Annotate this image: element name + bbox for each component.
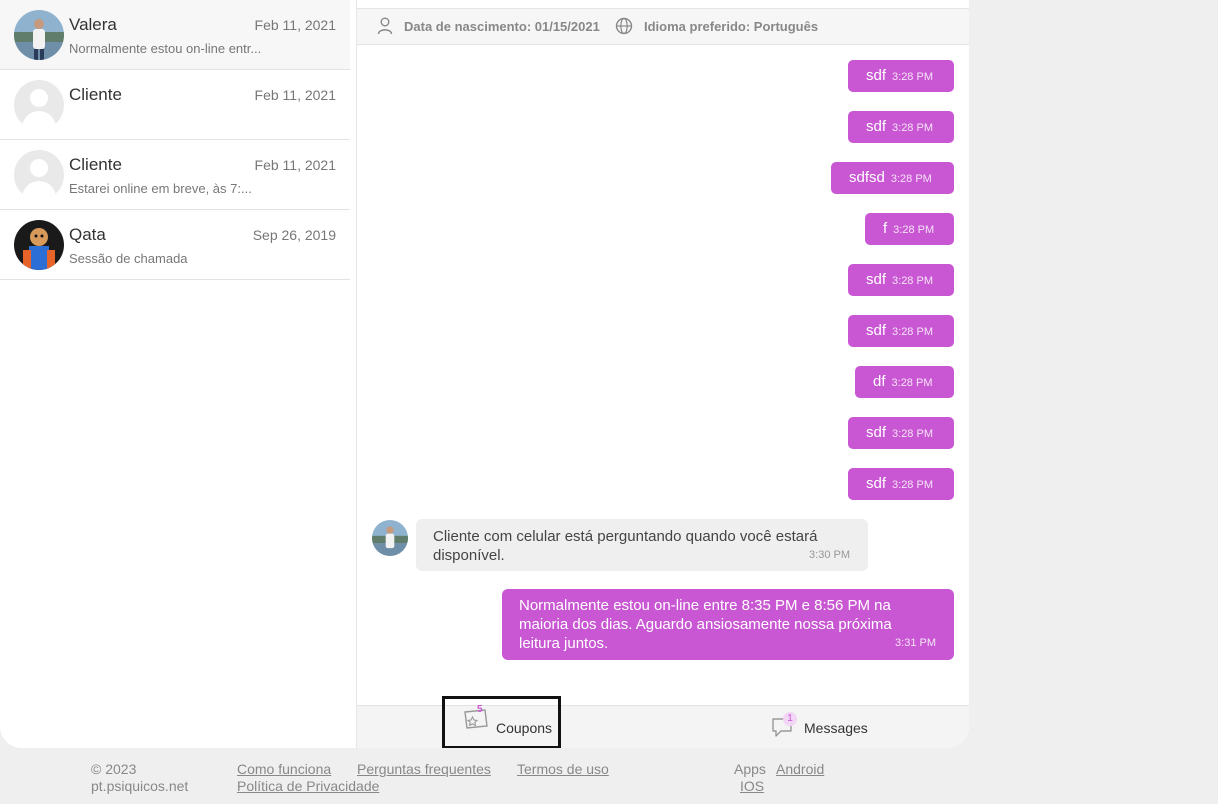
- outgoing-message: sdf 3:28 PM: [848, 468, 954, 500]
- messages-button[interactable]: 1 Messages: [771, 712, 891, 744]
- outgoing-message: f 3:28 PM: [865, 213, 954, 245]
- outgoing-message: sdf 3:28 PM: [848, 111, 954, 143]
- conversation-item-cliente-2[interactable]: Cliente Feb 11, 2021 Estarei online em b…: [0, 140, 350, 210]
- message-time: 3:28 PM: [893, 224, 935, 236]
- page-card: Valera Feb 11, 2021 Normalmente estou on…: [0, 0, 969, 748]
- client-info-bar: Data de nascimento: 01/15/2021 Idioma pr…: [357, 8, 969, 45]
- bottom-tab-bar: 5 Coupons 1 Messages: [357, 696, 969, 748]
- page-footer: © 2023 pt.psiquicos.net Como funciona Po…: [0, 748, 1218, 804]
- faq-link[interactable]: Perguntas frequentes: [357, 761, 491, 777]
- avatar: [14, 10, 64, 60]
- outgoing-message: df 3:28 PM: [855, 366, 954, 398]
- conversation-item-qata[interactable]: Qata Sep 26, 2019 Sessão de chamada: [0, 210, 350, 280]
- conversation-name: Cliente: [69, 85, 122, 104]
- conversation-item-valera[interactable]: Valera Feb 11, 2021 Normalmente estou on…: [0, 0, 350, 70]
- apps-label: Apps: [734, 761, 766, 777]
- preferred-language: Idioma preferido: Português: [644, 19, 819, 34]
- message-text: Cliente com celular está perguntando qua…: [433, 528, 818, 564]
- outgoing-message: sdf 3:28 PM: [848, 60, 954, 92]
- conversation-date: Sep 26, 2019: [252, 227, 336, 243]
- conversation-date: Feb 11, 2021: [254, 17, 336, 33]
- conversation-sidebar: Valera Feb 11, 2021 Normalmente estou on…: [0, 0, 357, 748]
- message-text: sdf: [866, 271, 887, 288]
- message-time: 3:28 PM: [892, 275, 933, 287]
- outgoing-message: sdfsd 3:28 PM: [831, 162, 954, 194]
- how-it-works-link[interactable]: Como funciona: [237, 761, 331, 777]
- privacy-policy-link[interactable]: Política de Privacidade: [237, 778, 379, 794]
- avatar: [372, 520, 408, 556]
- coupon-icon: [463, 708, 489, 735]
- birth-date: Data de nascimento: 01/15/2021: [404, 19, 600, 34]
- outgoing-message: Normalmente estou on-line entre 8:35 PM …: [502, 589, 954, 660]
- message-text: sdf: [866, 424, 887, 441]
- conversation-name: Cliente: [69, 155, 122, 174]
- default-avatar-icon: [14, 150, 64, 200]
- message-time: 3:28 PM: [892, 428, 933, 440]
- message-time: 3:31 PM: [895, 637, 936, 649]
- message-text: Normalmente estou on-line entre 8:35 PM …: [519, 597, 892, 652]
- message-time: 3:28 PM: [892, 479, 933, 491]
- message-time: 3:28 PM: [892, 122, 933, 134]
- conversation-preview: Estarei online em breve, às 7:...: [69, 181, 252, 196]
- conversation-date: Feb 11, 2021: [254, 157, 336, 173]
- avatar: [14, 220, 64, 270]
- message-time: 3:30 PM: [809, 549, 850, 561]
- message-text: sdfsd: [849, 169, 885, 186]
- android-link[interactable]: Android: [776, 761, 824, 777]
- message-text: sdf: [866, 118, 887, 135]
- conversation-item-cliente[interactable]: Cliente Feb 11, 2021: [0, 70, 350, 140]
- ios-link[interactable]: IOS: [740, 778, 764, 794]
- message-text: sdf: [866, 322, 887, 339]
- incoming-message: Cliente com celular está perguntando qua…: [416, 519, 868, 571]
- conversation-preview: Sessão de chamada: [69, 251, 188, 266]
- message-time: 3:28 PM: [891, 377, 933, 389]
- coupons-button[interactable]: 5 Coupons: [442, 696, 561, 748]
- message-time: 3:28 PM: [892, 71, 933, 83]
- user-icon: [377, 17, 393, 38]
- conversation-name: Qata: [69, 225, 106, 244]
- message-text: df: [873, 373, 886, 390]
- message-text: sdf: [866, 67, 887, 84]
- outgoing-message: sdf 3:28 PM: [848, 417, 954, 449]
- message-text: sdf: [866, 475, 887, 492]
- messages-count-badge: 1: [783, 712, 797, 726]
- message-time: 3:28 PM: [890, 173, 932, 185]
- messages-label: Messages: [804, 720, 868, 736]
- globe-icon: [615, 17, 633, 38]
- message-time: 3:28 PM: [892, 326, 933, 338]
- conversation-date: Feb 11, 2021: [254, 87, 336, 103]
- terms-link[interactable]: Termos de uso: [517, 761, 609, 777]
- outgoing-message: sdf 3:28 PM: [848, 264, 954, 296]
- copyright-text: © 2023: [91, 761, 137, 777]
- chat-panel: Data de nascimento: 01/15/2021 Idioma pr…: [357, 0, 969, 748]
- site-name: pt.psiquicos.net: [91, 778, 189, 794]
- conversation-name: Valera: [69, 15, 117, 34]
- message-text: f: [883, 220, 888, 237]
- conversation-preview: Normalmente estou on-line entr...: [69, 41, 262, 56]
- default-avatar-icon: [14, 80, 64, 130]
- coupons-count-badge: 5: [477, 704, 483, 715]
- outgoing-message: sdf 3:28 PM: [848, 315, 954, 347]
- coupons-label: Coupons: [496, 720, 553, 736]
